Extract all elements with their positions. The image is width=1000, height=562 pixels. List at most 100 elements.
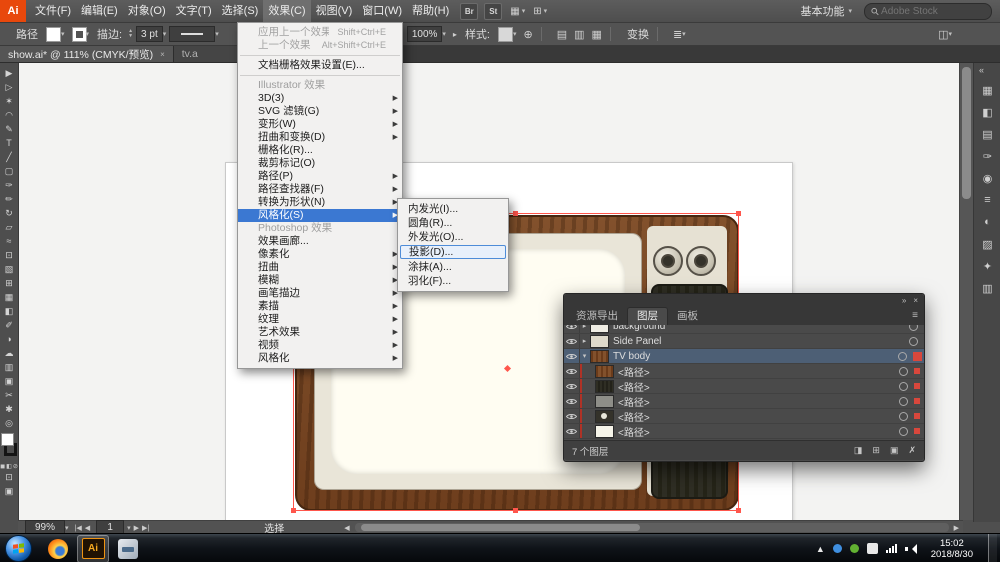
opacity-value[interactable]: 100% [407, 26, 443, 42]
panel-options-icon[interactable]: ◫ [938, 28, 948, 41]
color-panel-icon[interactable]: ▦ [982, 79, 992, 101]
fill-swatch[interactable] [1, 433, 14, 446]
stroke-stepper[interactable]: ▲▼ [128, 29, 133, 39]
appearance-panel-icon[interactable]: ✦ [983, 255, 992, 277]
visibility-eye-icon[interactable] [564, 349, 580, 363]
menu-item-pathfinder[interactable]: 路径查找器(F)▶ [238, 183, 402, 196]
close-icon[interactable]: × [913, 294, 918, 307]
layer-thumbnail[interactable] [595, 425, 614, 438]
target-circle-icon[interactable] [909, 337, 918, 346]
transparency-panel-icon[interactable]: ▨ [982, 233, 992, 255]
tab-asset-export[interactable]: 资源导出 [567, 308, 627, 325]
visibility-eye-icon[interactable] [564, 409, 580, 423]
selection-color-chip[interactable] [914, 428, 920, 434]
visibility-eye-icon[interactable] [564, 364, 580, 378]
stock-icon[interactable]: St [484, 3, 502, 20]
brush-definition[interactable] [169, 26, 215, 42]
layer-thumbnail[interactable] [595, 380, 614, 393]
target-circle-icon[interactable] [899, 382, 908, 391]
symbol-sprayer-tool[interactable]: ☁ [0, 346, 18, 360]
selection-handle-top-right[interactable] [736, 211, 741, 216]
symbols-panel-icon[interactable]: ◉ [983, 167, 993, 189]
app-icon[interactable]: Ai [0, 0, 26, 22]
rectangle-tool[interactable]: ▢ [0, 164, 18, 178]
rotate-tool[interactable]: ↻ [0, 206, 18, 220]
layer-row-path-4[interactable]: <路径> [564, 409, 924, 424]
lasso-tool[interactable]: ◠ [0, 108, 18, 122]
layer-thumbnail[interactable] [595, 395, 614, 408]
menu-item-rasterize[interactable]: 栅格化(R)... [238, 144, 402, 157]
target-circle-icon[interactable] [899, 427, 908, 436]
menu-item-artistic[interactable]: 艺术效果▶ [238, 326, 402, 339]
scroll-left-icon[interactable]: ◀ [344, 524, 349, 532]
previous-artboard-icon[interactable]: ◀ [85, 524, 90, 532]
stroke-color-swatch[interactable] [73, 28, 86, 41]
isolate-icon[interactable]: ≣ [673, 28, 682, 41]
target-circle-icon[interactable] [909, 325, 918, 331]
opacity-panel-arrow-icon[interactable]: ▸ [453, 30, 457, 39]
menu-item-crop-marks[interactable]: 裁剪标记(O) [238, 157, 402, 170]
vertical-scrollbar[interactable] [959, 63, 974, 520]
gradient-button[interactable]: ◧ [6, 463, 12, 470]
blend-tool[interactable]: ◑ [0, 332, 18, 346]
vertical-scrollbar-thumb[interactable] [962, 67, 971, 199]
menu-item-3d[interactable]: 3D(3)▶ [238, 92, 402, 105]
selection-color-chip[interactable] [914, 368, 920, 374]
pen-tool[interactable]: ✎ [0, 122, 18, 136]
menu-item-stylize[interactable]: 风格化(S)▶ [238, 209, 402, 222]
collapse-panel-icon[interactable]: » [902, 294, 906, 307]
volume-icon[interactable] [905, 543, 916, 554]
magic-wand-tool[interactable]: ✶ [0, 94, 18, 108]
layer-row-path-3[interactable]: <路径> [564, 394, 924, 409]
target-circle-icon[interactable] [898, 352, 907, 361]
layer-name[interactable]: <路径> [618, 409, 899, 424]
menu-item-sketch[interactable]: 素描▶ [238, 300, 402, 313]
screen-mode-button[interactable]: ▣ [0, 484, 18, 498]
menu-item-texture[interactable]: 纹理▶ [238, 313, 402, 326]
graphic-style-swatch[interactable] [498, 27, 513, 42]
menu-item-document-raster-effects-settings[interactable]: 文档栅格效果设置(E)... [238, 59, 402, 72]
layer-name[interactable]: background [613, 325, 909, 332]
menu-item-distort[interactable]: 扭曲▶ [238, 261, 402, 274]
layer-name[interactable]: <路径> [618, 364, 899, 379]
layer-thumbnail[interactable] [590, 325, 609, 333]
arrange-documents-icon[interactable]: ▦▾ [510, 6, 525, 17]
layer-row-path-2[interactable]: <路径> [564, 379, 924, 394]
make-mask-icon[interactable]: ◨ [854, 445, 863, 456]
visibility-eye-icon[interactable] [564, 394, 580, 408]
selection-tool[interactable]: ▶ [0, 66, 18, 80]
menu-item-pixelate[interactable]: 像素化▶ [238, 248, 402, 261]
menu-item-warp[interactable]: 变形(W)▶ [238, 118, 402, 131]
layer-row-path-1[interactable]: <路径> [564, 364, 924, 379]
stroke-panel-icon[interactable]: ≡ [984, 189, 990, 211]
brushes-panel-icon[interactable]: ✑ [983, 145, 992, 167]
expand-panels-icon[interactable]: « [974, 65, 984, 79]
menubar-item-help[interactable]: 帮助(H) [407, 0, 454, 22]
tab-layers[interactable]: 图层 [627, 307, 668, 325]
direct-selection-tool[interactable]: ▷ [0, 80, 18, 94]
mesh-tool[interactable]: ▦ [0, 290, 18, 304]
menubar-item-object[interactable]: 对象(O) [123, 0, 171, 22]
selection-handle-bottom-center[interactable] [513, 508, 518, 513]
color-button[interactable]: ◼ [0, 463, 5, 470]
layer-thumbnail[interactable] [595, 365, 614, 378]
start-button[interactable] [5, 535, 32, 562]
selection-color-chip[interactable] [914, 413, 920, 419]
layers-panel-header[interactable]: » × [564, 294, 924, 307]
menu-item-svg-filters[interactable]: SVG 滤镜(G)▶ [238, 105, 402, 118]
selection-color-chip[interactable] [914, 398, 920, 404]
align-horizontal-icon[interactable]: ▤ [557, 28, 567, 41]
menubar-item-effect[interactable]: 效果(C) [263, 0, 310, 22]
transform-label[interactable]: 变换 [627, 26, 649, 42]
stroke-weight-value[interactable]: 3 pt [136, 26, 163, 42]
layer-name[interactable]: <路径> [618, 379, 899, 394]
fill-color-swatch[interactable] [46, 27, 61, 42]
tray-app-icon[interactable] [850, 544, 859, 553]
visibility-eye-icon[interactable] [564, 325, 580, 333]
stock-search[interactable] [864, 3, 992, 20]
type-tool[interactable]: T [0, 136, 18, 150]
gradient-panel-icon[interactable]: ◐ [984, 211, 991, 233]
ime-language-icon[interactable] [867, 543, 878, 554]
selection-handle-top-center[interactable] [513, 211, 518, 216]
selection-handle-bottom-left[interactable] [291, 508, 296, 513]
